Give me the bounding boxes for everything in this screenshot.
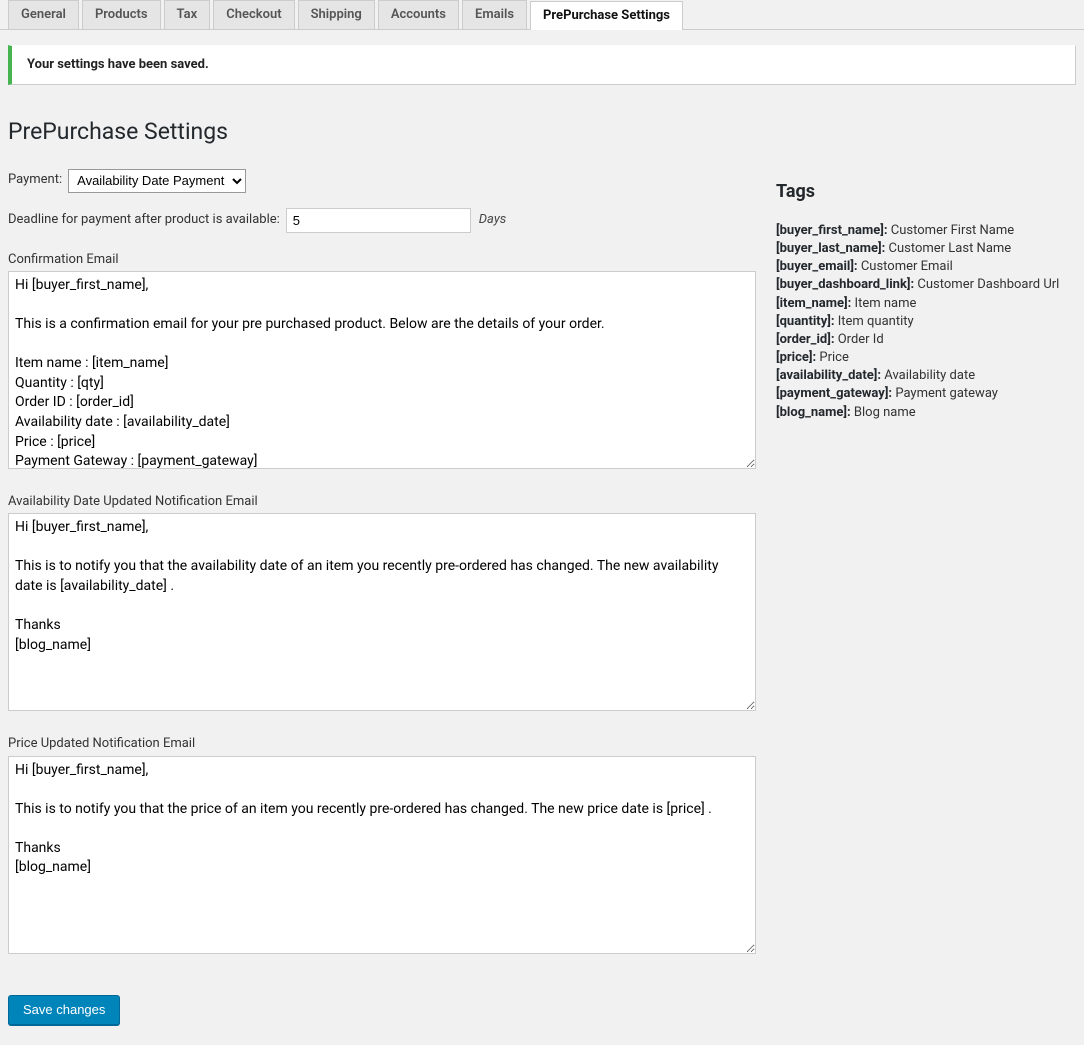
tags-heading: Tags — [776, 179, 1076, 204]
tab-tax[interactable]: Tax — [164, 0, 211, 29]
tag-item: [buyer_email]: Customer Email — [776, 258, 1076, 276]
tag-item: [blog_name]: Blog name — [776, 404, 1076, 422]
tags-list: [buyer_first_name]: Customer First Name … — [776, 222, 1076, 422]
tag-item: [item_name]: Item name — [776, 295, 1076, 313]
tab-prepurchase-settings[interactable]: PrePurchase Settings — [530, 1, 683, 30]
tag-item: [buyer_dashboard_link]: Customer Dashboa… — [776, 276, 1076, 294]
tab-products[interactable]: Products — [82, 0, 161, 29]
price-email-label: Price Updated Notification Email — [8, 735, 756, 753]
tag-item: [buyer_last_name]: Customer Last Name — [776, 240, 1076, 258]
tag-item: [order_id]: Order Id — [776, 331, 1076, 349]
days-label: Days — [479, 211, 507, 229]
tab-shipping[interactable]: Shipping — [298, 0, 375, 29]
payment-label: Payment: — [8, 171, 62, 189]
content-area: PrePurchase Settings Payment: Availabili… — [0, 85, 1084, 1044]
confirmation-email-textarea[interactable] — [8, 271, 756, 469]
tag-item: [buyer_first_name]: Customer First Name — [776, 222, 1076, 240]
deadline-row: Deadline for payment after product is av… — [8, 208, 756, 233]
save-changes-button[interactable]: Save changes — [8, 995, 120, 1025]
settings-tabs: General Products Tax Checkout Shipping A… — [0, 0, 1084, 30]
tag-item: [quantity]: Item quantity — [776, 313, 1076, 331]
confirmation-email-label: Confirmation Email — [8, 251, 756, 269]
tab-accounts[interactable]: Accounts — [378, 0, 459, 29]
deadline-label: Deadline for payment after product is av… — [8, 211, 280, 229]
tab-emails[interactable]: Emails — [462, 0, 527, 29]
main-wrap: Payment: Availability Date Payment Deadl… — [8, 169, 1076, 1025]
tag-item: [payment_gateway]: Payment gateway — [776, 385, 1076, 403]
tag-item: [availability_date]: Availability date — [776, 367, 1076, 385]
payment-select[interactable]: Availability Date Payment — [68, 169, 246, 193]
tab-general[interactable]: General — [8, 0, 79, 29]
payment-row: Payment: Availability Date Payment — [8, 169, 756, 193]
price-email-textarea[interactable] — [8, 756, 756, 954]
form-column: Payment: Availability Date Payment Deadl… — [8, 169, 756, 1025]
tags-column: Tags [buyer_first_name]: Customer First … — [776, 169, 1076, 1025]
tag-item: [price]: Price — [776, 349, 1076, 367]
availability-email-label: Availability Date Updated Notification E… — [8, 493, 756, 511]
page-title: PrePurchase Settings — [8, 116, 1076, 148]
deadline-input[interactable] — [286, 208, 471, 233]
availability-email-textarea[interactable] — [8, 513, 756, 711]
success-notice: Your settings have been saved. — [8, 45, 1076, 85]
tab-checkout[interactable]: Checkout — [213, 0, 294, 29]
